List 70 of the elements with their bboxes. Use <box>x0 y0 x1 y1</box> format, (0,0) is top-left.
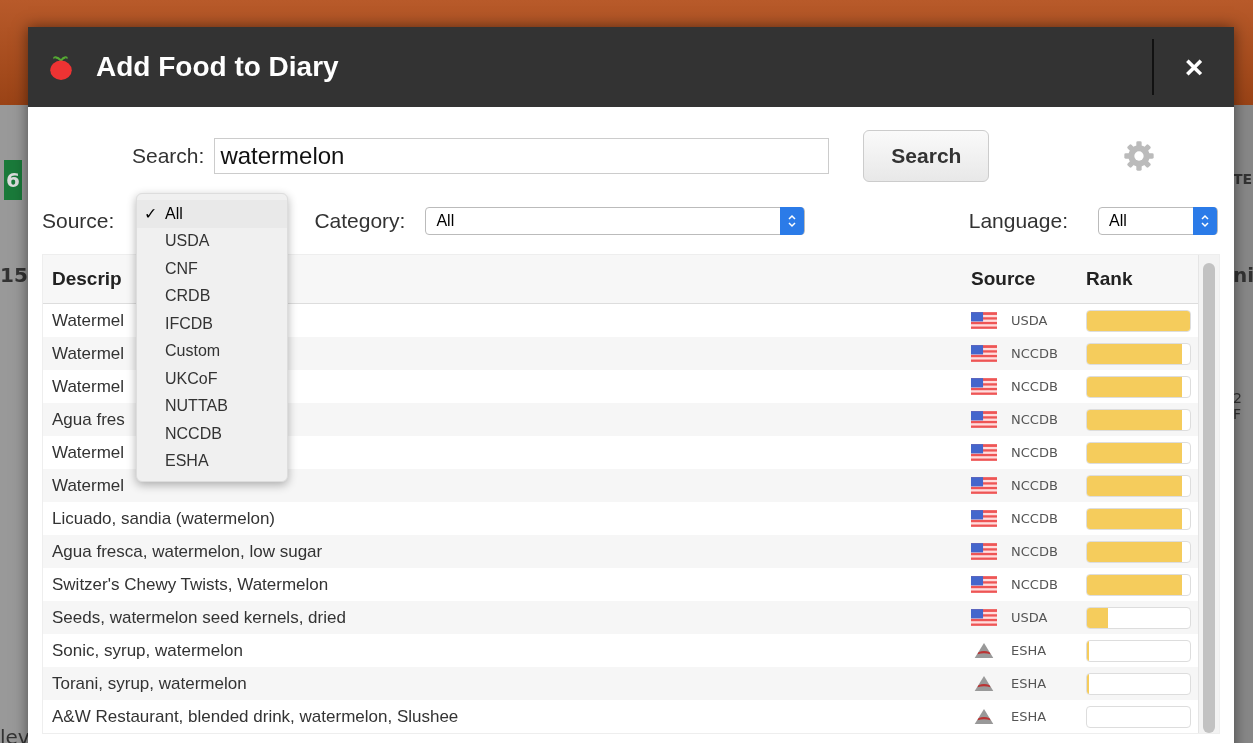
menu-item[interactable]: USDA <box>165 232 210 251</box>
menu-item[interactable]: Custom <box>165 342 221 361</box>
background-text: 6 <box>4 160 22 200</box>
flag-icon <box>971 609 997 626</box>
table-cell: Watermel <box>52 343 125 363</box>
filter-label: Category: <box>314 209 406 233</box>
menu-item[interactable]: All <box>165 204 183 223</box>
apple-icon <box>48 53 74 81</box>
table-cell: Seeds, watermelon seed kernels, dried <box>52 607 346 627</box>
source-text: ESHA <box>1011 709 1047 724</box>
dropdown-select[interactable]: All <box>1098 207 1218 235</box>
source-text: NCCDB <box>1011 478 1058 493</box>
background-text: TE <box>1233 171 1253 187</box>
search-field[interactable]: watermelon <box>214 137 830 174</box>
menu-item[interactable]: ESHA <box>165 452 209 471</box>
column-header[interactable]: Descrip <box>52 268 122 289</box>
stepper-icon <box>787 213 798 229</box>
flag-icon <box>971 543 997 560</box>
flag-icon <box>971 411 997 428</box>
flag-icon <box>971 510 997 527</box>
table-cell: Sonic, syrup, watermelon <box>52 640 243 660</box>
source-text: ESHA <box>1011 643 1047 658</box>
flag-icon <box>971 444 997 461</box>
menu-item[interactable]: CNF <box>165 259 198 278</box>
stepper-icon <box>1200 213 1210 229</box>
source-text: NCCDB <box>1011 511 1058 526</box>
search-label: Search: <box>132 143 205 168</box>
search-button[interactable]: Search <box>863 129 990 182</box>
table-cell: Switzer's Chewy Twists, Watermelon <box>52 574 329 594</box>
table-cell: Watermel <box>52 376 125 396</box>
dialog-title: Add Food to Diary <box>96 51 339 83</box>
menu-item[interactable]: UKCoF <box>165 369 218 388</box>
source-text: NCCDB <box>1011 379 1058 394</box>
background-text: 15 <box>0 263 28 287</box>
filter-label: Source: <box>42 209 115 233</box>
flag-icon <box>971 477 997 494</box>
flag-icon <box>971 378 997 395</box>
source-text: NCCDB <box>1011 577 1058 592</box>
table-cell: Agua fresca, watermelon, low sugar <box>52 541 323 561</box>
table-cell: A&W Restaurant, blended drink, watermelon, Slushee <box>52 706 459 726</box>
source-text: ESHA <box>1011 676 1047 691</box>
filter-label: Language: <box>968 209 1068 233</box>
table-cell: Licuado, sandia (watermelon) <box>52 508 275 528</box>
settings-icon[interactable] <box>1123 139 1156 172</box>
source-text: NCCDB <box>1011 544 1058 559</box>
source-text: NCCDB <box>1011 346 1058 361</box>
menu-item[interactable]: NCCDB <box>165 424 222 443</box>
flag-icon <box>971 312 997 329</box>
flag-icon <box>971 576 997 593</box>
check-mark: ✓ <box>144 205 157 223</box>
close-button[interactable]: × <box>1174 48 1214 86</box>
source-text: NCCDB <box>1011 412 1058 427</box>
background-text: 2 F <box>1233 390 1243 422</box>
background-text: ni <box>1233 263 1253 287</box>
menu-item[interactable]: NUTTAB <box>165 397 228 416</box>
menu-item[interactable]: CRDB <box>165 287 211 306</box>
flag-icon <box>971 345 997 362</box>
column-header[interactable]: Source <box>971 268 1086 290</box>
table-cell: Agua fres <box>52 409 125 429</box>
table-cell: Watermel <box>52 475 125 495</box>
menu-item[interactable]: IFCDB <box>165 314 213 333</box>
table-cell: Torani, syrup, watermelon <box>52 673 247 693</box>
column-header[interactable]: Rank <box>1086 268 1198 290</box>
source-text: NCCDB <box>1011 445 1058 460</box>
source-text: USDA <box>1011 610 1048 625</box>
table-cell: Watermel <box>52 442 125 462</box>
scrollbar-thumb[interactable] <box>1203 263 1215 733</box>
source-text: USDA <box>1011 313 1048 328</box>
table-cell: Watermel <box>52 310 125 330</box>
dropdown-select[interactable]: All <box>425 207 806 235</box>
